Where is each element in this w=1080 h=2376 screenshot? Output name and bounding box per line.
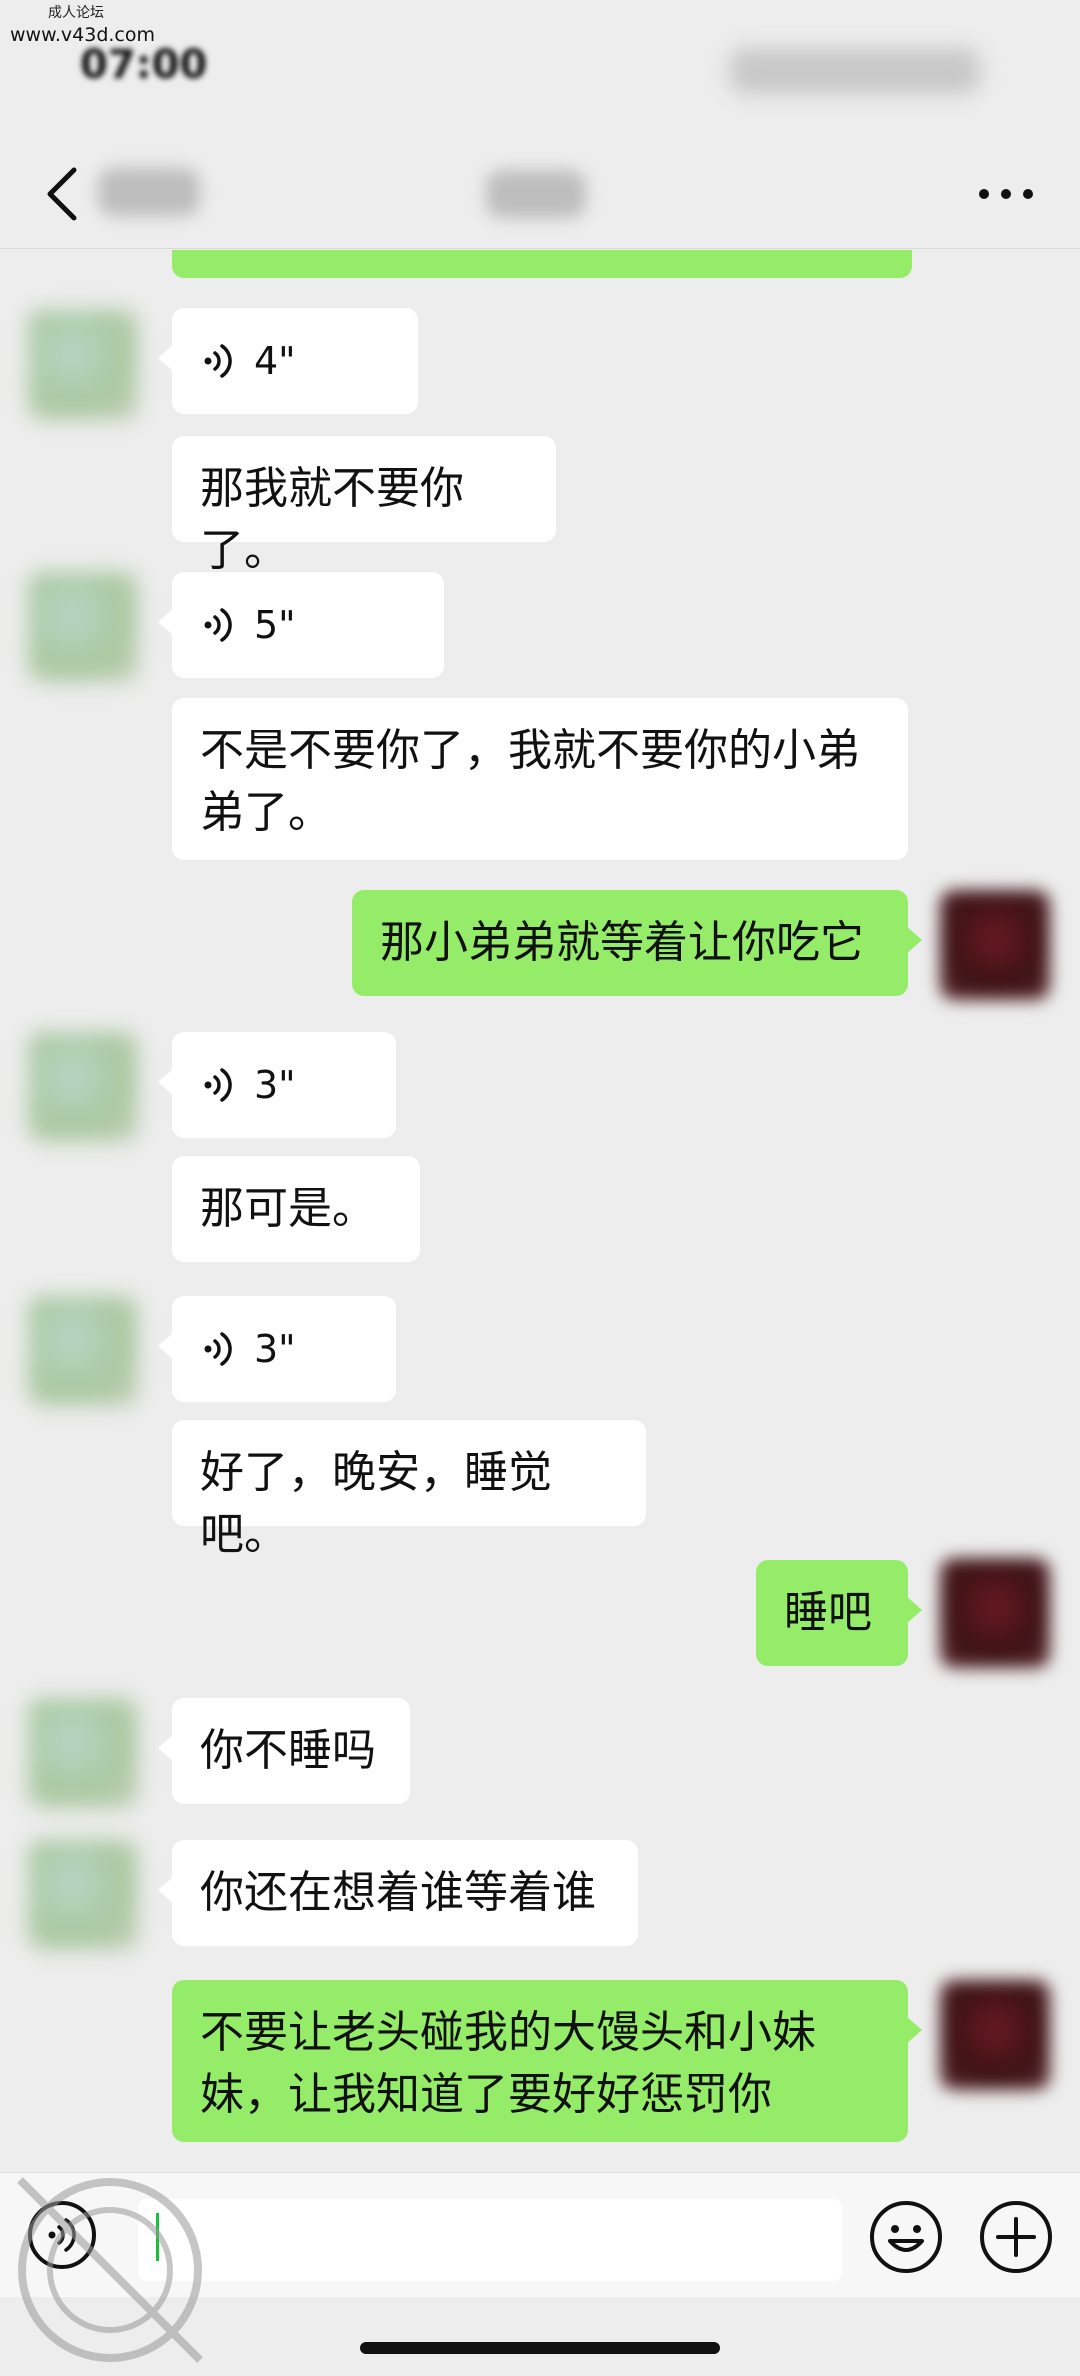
text-message-bubble[interactable]: 不是不要你了，我就不要你的小弟弟了。 [172,698,908,860]
contact-name-blurred [486,170,586,218]
voice-duration: 3" [254,1063,296,1107]
ellipsis-icon[interactable] [976,182,1036,206]
status-time: 07:00 [80,42,208,88]
nav-bar [0,140,1080,249]
message-text: 好了，晚安，睡觉吧。 [200,1447,552,1560]
voice-message-bubble[interactable]: 3" [158,1296,396,1402]
emoji-icon[interactable] [868,2199,944,2275]
message-text: 那可是。 [200,1183,376,1234]
text-message-bubble[interactable]: 那可是。 [172,1156,420,1262]
message-input[interactable] [138,2199,842,2281]
text-message-bubble[interactable]: 不要让老头碰我的大馒头和小妹妹，让我知道了要好好惩罚你 [172,1980,922,2142]
text-message-bubble[interactable]: 那我就不要你了。 [172,436,556,576]
text-message-bubble[interactable]: 你不睡吗 [158,1698,410,1804]
message-text: 你不睡吗 [200,1725,376,1776]
message-text: 那小弟弟就等着让你吃它 [380,917,864,968]
text-message-bubble[interactable]: 睡吧 [756,1560,922,1666]
voice-wave-icon [204,344,232,378]
contact-avatar[interactable] [28,1840,138,1950]
voice-message-bubble[interactable]: 3" [158,1032,396,1138]
contact-avatar[interactable] [28,1296,138,1406]
contact-avatar[interactable] [28,1032,138,1142]
contact-avatar[interactable] [28,310,138,420]
voice-message-bubble[interactable]: 4" [158,308,418,414]
chevron-left-icon[interactable] [40,162,84,226]
self-avatar[interactable] [940,1558,1050,1668]
voice-duration: 3" [254,1327,296,1371]
message-text: 那我就不要你了。 [200,463,464,576]
stamp-watermark [17,2177,203,2363]
self-avatar[interactable] [940,1980,1050,2090]
voice-message-bubble[interactable]: 5" [158,572,444,678]
voice-duration: 5" [254,603,296,647]
contact-avatar[interactable] [28,572,138,682]
voice-wave-icon [204,1068,232,1102]
contact-avatar[interactable] [28,1698,138,1808]
watermark-label: 成人论坛 [48,5,104,21]
self-avatar[interactable] [940,890,1050,1000]
message-text: 睡吧 [784,1587,872,1638]
home-indicator[interactable] [360,2342,720,2354]
voice-wave-icon [204,1332,232,1366]
text-message-bubble[interactable]: 你还在想着谁等着谁 [158,1840,638,1946]
plus-icon[interactable] [978,2199,1054,2275]
chat-screen: 成人论坛 www.v43d.com 07:00 4" 那我就不要你了。 5" 不… [0,0,1080,2376]
text-message-bubble[interactable]: 那小弟弟就等着让你吃它 [352,890,922,996]
back-label-blurred[interactable] [98,168,200,216]
status-icons-blurred [730,48,980,94]
message-text: 不是不要你了，我就不要你的小弟弟了。 [200,725,860,838]
message-list[interactable]: 4" 那我就不要你了。 5" 不是不要你了，我就不要你的小弟弟了。 那小弟弟就等… [0,250,1080,2170]
voice-wave-icon [204,608,232,642]
status-bar: 成人论坛 www.v43d.com 07:00 [0,0,1080,140]
text-message-bubble[interactable]: 好了，晚安，睡觉吧。 [172,1420,646,1560]
previous-message-bubble[interactable] [172,250,912,278]
message-text: 不要让老头碰我的大馒头和小妹妹，让我知道了要好好惩罚你 [200,2007,816,2120]
voice-duration: 4" [254,339,296,383]
message-text: 你还在想着谁等着谁 [200,1867,596,1918]
